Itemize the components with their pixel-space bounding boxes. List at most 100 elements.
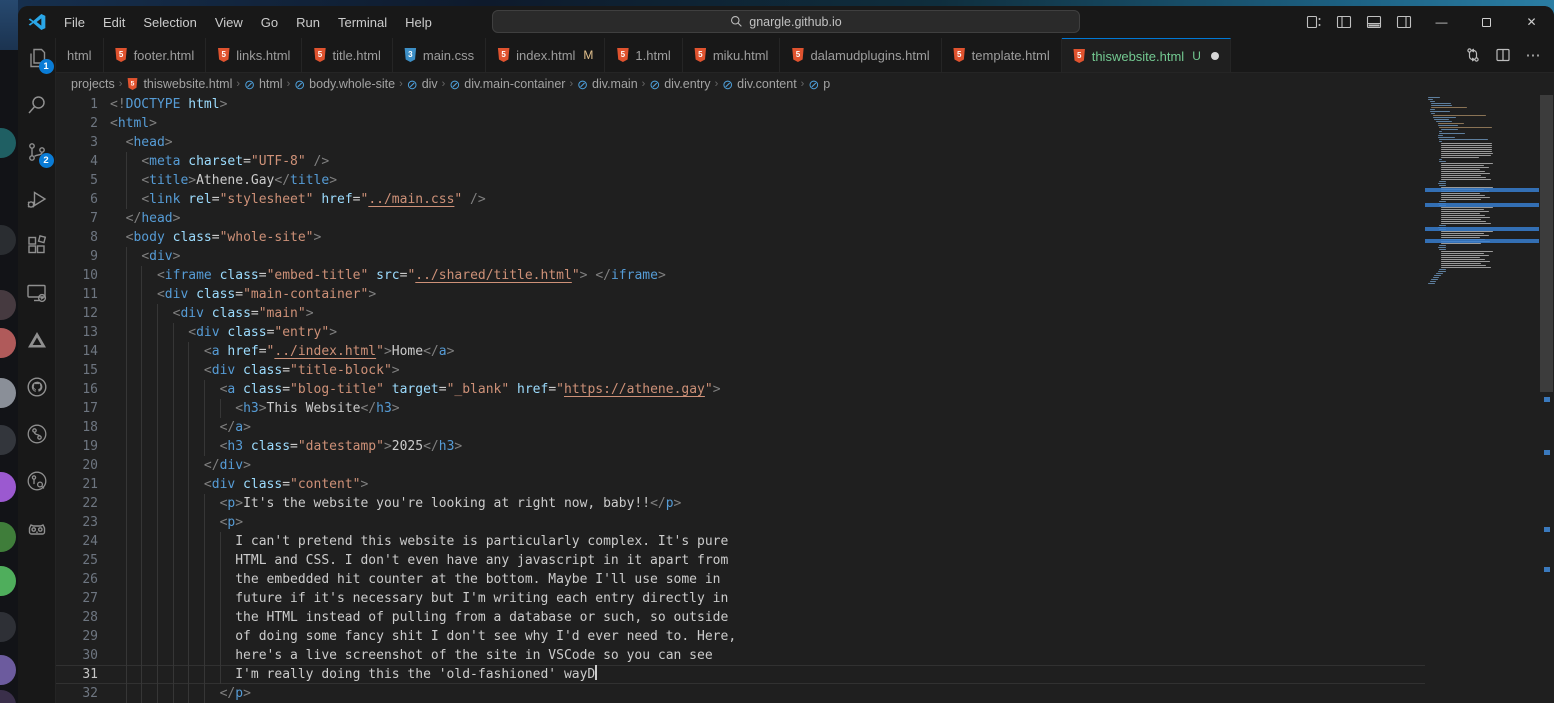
code-line-6: 6 <link rel="stylesheet" href="../main.c… [56,190,1425,209]
line-number: 18 [56,418,110,437]
toggle-primary-sidebar-button[interactable] [1329,10,1359,34]
activity-git-history-icon[interactable] [25,469,49,493]
symbol-element-icon: ⊘ [449,78,460,91]
tab-footer.html[interactable]: 5footer.html [104,38,207,72]
tab-1.html[interactable]: 51.html [605,38,682,72]
activity-github-icon[interactable] [25,375,49,399]
tab-html[interactable]: html [56,38,104,72]
code-line-25: 25 HTML and CSS. I don't even have any j… [56,551,1425,570]
line-number: 4 [56,152,110,171]
line-number: 25 [56,551,110,570]
git-status-badge: U [1192,49,1201,63]
menu-file[interactable]: File [55,12,94,33]
activity-git-graph-icon[interactable] [25,422,49,446]
line-number: 8 [56,228,110,247]
line-number: 12 [56,304,110,323]
tab-label: links.html [236,48,290,63]
maximize-button[interactable] [1464,6,1509,38]
activity-badge: 1 [39,59,54,74]
line-number: 21 [56,475,110,494]
code-line-31: 31 I'm really doing this the 'old-fashio… [56,665,1425,684]
more-actions-icon[interactable]: ⋯ [1520,43,1546,67]
line-number: 19 [56,437,110,456]
tab-miku.html[interactable]: 5miku.html [683,38,781,72]
tab-links.html[interactable]: 5links.html [206,38,302,72]
activity-explorer-icon[interactable]: 1 [25,46,49,70]
minimap-highlight [1425,227,1539,231]
code-line-24: 24 I can't pretend this website is parti… [56,532,1425,551]
breadcrumb-separator: › [641,78,647,90]
tab-bar: html5footer.html5links.html5title.html3m… [56,38,1554,73]
activity-godot-tools-icon[interactable] [25,516,49,540]
code-line-23: 23 <p> [56,513,1425,532]
breadcrumb-item-div.main-container[interactable]: ⊘div.main-container [449,77,565,91]
overview-ruler-mark [1544,567,1550,572]
search-icon [730,15,743,28]
tab-label: thiswebsite.html [1092,49,1184,64]
breadcrumb-item-thiswebsite.html[interactable]: 5thiswebsite.html [126,77,232,91]
menu-edit[interactable]: Edit [94,12,134,33]
line-number: 28 [56,608,110,627]
menu-go[interactable]: Go [252,12,287,33]
breadcrumb-separator: › [568,78,574,90]
line-number: 11 [56,285,110,304]
breadcrumb-item-body.whole-site[interactable]: ⊘body.whole-site [294,77,395,91]
tab-template.html[interactable]: 5template.html [942,38,1062,72]
editor-pane[interactable]: 1<!DOCTYPE html>2<html>3 <head>4 <meta c… [56,95,1554,703]
code-line-3: 3 <head> [56,133,1425,152]
menu-terminal[interactable]: Terminal [329,12,396,33]
activity-run-and-debug-icon[interactable] [25,187,49,211]
code-line-14: 14 <a href="../index.html">Home</a> [56,342,1425,361]
menu-run[interactable]: Run [287,12,329,33]
tab-title.html[interactable]: 5title.html [302,38,392,72]
code-line-22: 22 <p>It's the website you're looking at… [56,494,1425,513]
close-button[interactable]: ✕ [1509,6,1554,38]
scrollbar-slider[interactable] [1540,95,1553,392]
symbol-element-icon: ⊘ [808,78,819,91]
css-file-icon: 3 [404,48,417,62]
symbol-element-icon: ⊘ [577,78,588,91]
menu-selection[interactable]: Selection [134,12,205,33]
tab-label: 1.html [635,48,670,63]
tab-label: index.html [516,48,575,63]
command-center-search[interactable]: gnargle.github.io [492,10,1080,33]
line-number: 20 [56,456,110,475]
minimap-highlight [1425,239,1539,243]
tab-index.html[interactable]: 5index.htmlM [486,38,605,72]
editor-scrollbar[interactable] [1539,95,1554,703]
breadcrumb-item-div.content[interactable]: ⊘div.content [722,77,796,91]
toggle-panel-button[interactable] [1359,10,1389,34]
code-area[interactable]: 1<!DOCTYPE html>2<html>3 <head>4 <meta c… [56,95,1425,703]
minimap-highlight [1425,203,1539,207]
html-file-icon: 5 [791,48,804,62]
toggle-secondary-sidebar-button[interactable] [1389,10,1419,34]
breadcrumb-item-p[interactable]: ⊘p [808,77,830,91]
breadcrumb-item-div.entry[interactable]: ⊘div.entry [649,77,710,91]
minimap[interactable] [1425,95,1539,703]
menu-view[interactable]: View [206,12,252,33]
breadcrumb-item-div.main[interactable]: ⊘div.main [577,77,638,91]
breadcrumb-item-projects[interactable]: projects [71,77,115,91]
tab-dalamudplugins.html[interactable]: 5dalamudplugins.html [780,38,941,72]
customize-layout-button[interactable] [1299,10,1329,34]
overview-ruler-mark [1544,527,1550,532]
split-editor-icon[interactable] [1490,43,1516,67]
minimize-button[interactable]: — [1419,6,1464,38]
breadcrumb-item-div[interactable]: ⊘div [407,77,438,91]
code-line-12: 12 <div class="main"> [56,304,1425,323]
git-status-badge: M [583,48,593,62]
tab-main.css[interactable]: 3main.css [393,38,486,72]
line-number: 10 [56,266,110,285]
activity-source-control-icon[interactable]: 2 [25,140,49,164]
activity-bar: 12 [18,38,56,703]
activity-search-icon[interactable] [25,93,49,117]
activity-extensions-icon[interactable] [25,234,49,258]
breadcrumb-item-html[interactable]: ⊘html [244,77,283,91]
menu-help[interactable]: Help [396,12,441,33]
line-number: 14 [56,342,110,361]
open-changes-icon[interactable] [1460,43,1486,67]
tab-thiswebsite.html[interactable]: 5thiswebsite.htmlU [1062,38,1231,72]
activity-remote-explorer-icon[interactable] [25,281,49,305]
line-number: 32 [56,684,110,703]
activity-triangle-extension-icon[interactable] [25,328,49,352]
